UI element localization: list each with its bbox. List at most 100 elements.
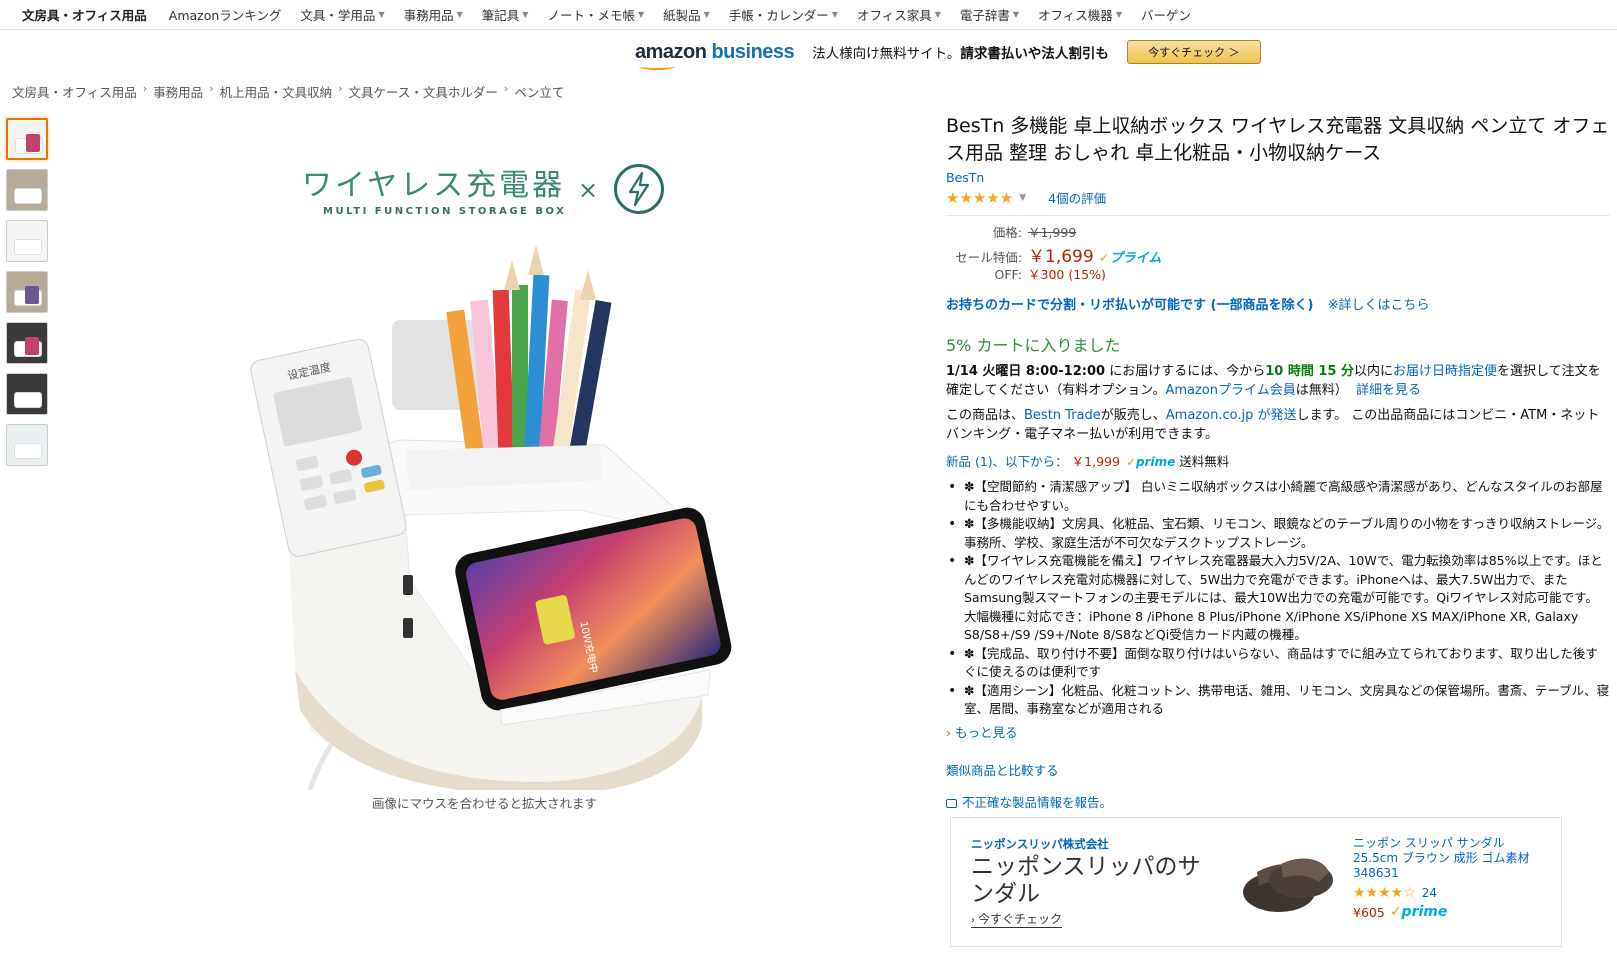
logo-business-text: business	[711, 40, 795, 63]
list-price-label: 価格:	[992, 225, 1022, 240]
caret-down-icon: ▼	[1012, 10, 1020, 19]
ad-prime-badge: ✓prime	[1389, 904, 1448, 920]
ad-headline[interactable]: ニッポンスリッパのサンダル	[971, 854, 1221, 908]
prime-label: プライム	[1109, 251, 1162, 266]
cart-message: 5% カートに入りました	[946, 336, 1121, 355]
business-banner-text: 法人様向け無料サイト。請求書払いや法人割引も	[812, 42, 1109, 62]
new-offers-link[interactable]: 新品 (1)、以下から：	[946, 454, 1068, 469]
breadcrumb-link[interactable]: ペン立て	[514, 82, 564, 101]
business-check-button[interactable]: 今すぐチェック ＞	[1126, 40, 1261, 64]
see-more-label: もっと見る	[955, 724, 1018, 740]
prime-member-link[interactable]: Amazonプライム会員	[1165, 383, 1295, 398]
installment-detail-link[interactable]: ※詳しくはこちら	[1328, 298, 1430, 313]
category-subnav: 文房具・オフィス用品 Amazonランキング 文具・学用品 ▼ 事務用品 ▼ 筆記具 ▼ ノー…	[0, 0, 1617, 30]
ad-company[interactable]: ニッポンスリッパ株式会社	[971, 836, 1109, 852]
thumbnail-7[interactable]	[6, 424, 48, 466]
sale-price-label: セール特価:	[955, 250, 1022, 265]
caret-down-icon: ▼	[378, 10, 385, 19]
subnav-item-10[interactable]: オフィス機器	[1038, 5, 1113, 24]
list-price: ￥1,999	[1028, 225, 1077, 240]
savings-row: OFF: ￥300 (15%)	[946, 264, 1610, 284]
amazon-business-logo[interactable]: amazon business	[635, 40, 795, 70]
breadcrumb-separator-icon: ›	[142, 82, 148, 95]
seller-text-2: が販売し、	[1100, 408, 1166, 423]
subnav-item-9[interactable]: 電子辞書	[960, 5, 1010, 24]
thumbnail-2[interactable]	[6, 169, 48, 211]
star-rating-icon[interactable]: ★★★★★	[946, 189, 1013, 207]
caret-down-icon: ▼	[637, 10, 645, 19]
installment-link[interactable]: お持ちのカードで分割・リボ払いが可能です (一部商品を除く)	[946, 298, 1313, 313]
delivery-date: 1/14 火曜日 8:00-12:00	[946, 364, 1106, 379]
ad-price: ¥605	[1353, 904, 1385, 920]
subnav-item-2[interactable]: 文具・学用品	[300, 5, 375, 24]
zoom-caption: 画像にマウスを合わせると拡大されます	[372, 796, 598, 811]
ad-cta-label: 今すぐチェック	[978, 912, 1063, 926]
amazon-smile-icon	[639, 63, 675, 70]
ad-review-count[interactable]: 24	[1422, 886, 1437, 900]
delivery-countdown: 10 時間 15 分	[1265, 364, 1354, 379]
product-details: BesTn 多機能 卓上収納ボックス ワイヤレス充電器 文具収納 ペン立て オフ…	[946, 113, 1610, 811]
delivery-option-link[interactable]: お届け日時指定便	[1393, 364, 1497, 379]
thumbnail-strip	[6, 118, 48, 475]
compare-link[interactable]: 類似商品と比較する	[946, 760, 1610, 779]
report-link[interactable]: 不正確な製品情報を報告。	[946, 792, 1610, 811]
caret-down-icon: ▼	[522, 10, 529, 19]
delivery-text-4: は無料）	[1295, 383, 1348, 398]
subnav-item-11[interactable]: バーゲン	[1141, 5, 1191, 24]
thumbnail-4[interactable]	[6, 271, 48, 313]
fulfillment-link[interactable]: Amazon.co.jp が発送	[1166, 408, 1297, 423]
savings-value: ￥300 (15%)	[1028, 267, 1106, 282]
new-offers-prime: ✓prime	[1125, 455, 1176, 469]
review-count-link[interactable]: 4個の評価	[1048, 188, 1106, 207]
ad-product-image[interactable]	[1239, 842, 1337, 922]
chevron-right-icon: ›	[946, 724, 951, 740]
breadcrumb-link[interactable]: 文具ケース・文具ホルダー	[349, 82, 498, 101]
breadcrumb-link[interactable]: 文房具・オフィス用品	[12, 82, 137, 101]
subnav-item-8[interactable]: オフィス家具	[857, 5, 932, 24]
ad-rating: ★★★★☆ 24	[1353, 885, 1437, 901]
subnav-item-5[interactable]: ノート・メモ帳	[547, 5, 635, 24]
feature-bullet: ✽【多機能収納】文房具、化粧品、宝石類、リモコン、眼鏡などのテーブル周りの小物を…	[946, 515, 1610, 552]
breadcrumb-link[interactable]: 事務用品	[153, 82, 203, 101]
thumbnail-6[interactable]	[6, 373, 48, 415]
list-price-row: 価格: ￥1,999	[946, 222, 1610, 242]
business-text-plain: 法人様向け無料サイト。	[812, 46, 961, 62]
sponsored-ad[interactable]: ニッポンスリッパ株式会社 ニッポンスリッパのサンダル › 今すぐチェック ニッポン…	[950, 817, 1562, 947]
ad-star-rating-icon: ★★★★☆	[1353, 885, 1416, 901]
thumbnail-3[interactable]	[6, 220, 48, 262]
main-product-image[interactable]: ワイヤレス充電器 MULTI FUNCTION STORAGE BOX × 设定…	[240, 150, 740, 790]
breadcrumb-separator-icon: ›	[503, 82, 509, 95]
brand-link[interactable]: BesTn	[946, 170, 1610, 185]
subnav-item-3[interactable]: 事務用品	[404, 5, 454, 24]
report-label: 不正確な製品情報を報告。	[962, 794, 1113, 810]
caret-down-icon: ▼	[831, 10, 838, 19]
thumbnail-1[interactable]	[6, 118, 48, 160]
subnav-item-7[interactable]: 手帳・カレンダー	[729, 5, 829, 24]
amazon-business-banner[interactable]: amazon business 法人様向け無料サイト。請求書払いや法人割引も 今す…	[635, 40, 1261, 70]
price-table: 価格: ￥1,999 セール特価: ￥1,699 ✓プライム OFF: ￥300…	[946, 222, 1610, 284]
subnav-item-stationery[interactable]: 文房具・オフィス用品	[22, 5, 147, 24]
feature-bullet: ✽【完成品、取り付け不要】面倒な取り付けはいらない、商品はすでに組み立てられてお…	[946, 645, 1610, 682]
thumbnail-5[interactable]	[6, 322, 48, 364]
delivery-text-2: 以内に	[1353, 364, 1393, 379]
delivery-details-link[interactable]: 詳細を見る	[1356, 383, 1421, 398]
caret-down-icon: ▼	[456, 10, 463, 19]
subnav-item-4[interactable]: 筆記具	[482, 5, 520, 24]
seller-link[interactable]: Bestn Trade	[1024, 408, 1101, 423]
product-title: BesTn 多機能 卓上収納ボックス ワイヤレス充電器 文具収納 ペン立て オフ…	[946, 115, 1610, 164]
feature-bullet: ✽【適用シーン】化粧品、化粧コットン、携带电话、雑用、リモコン、文房具などの保管…	[946, 682, 1610, 719]
feature-bullet: ✽【空間節約・清潔感アップ】 白いミニ収納ボックスは小綺麗で高級感や清潔感があり…	[946, 478, 1610, 515]
chevron-right-icon: ›	[971, 915, 975, 926]
ad-cta-link[interactable]: › 今すぐチェック	[971, 910, 1063, 928]
subnav-item-6[interactable]: 紙製品	[663, 5, 701, 24]
prime-badge[interactable]: ✓プライム	[1099, 247, 1162, 266]
caret-down-icon: ▼	[1115, 10, 1122, 19]
breadcrumb: 文房具・オフィス用品 › 事務用品 › 机上用品・文具収納 › 文具ケース・文具ホルダー › ペ…	[12, 82, 564, 101]
ad-product-name[interactable]: ニッポン スリッパ サンダル 25.5cm ブラウン 成形 ゴム素材 34863…	[1353, 836, 1553, 881]
chevron-down-icon[interactable]: ▼	[1019, 193, 1026, 203]
caret-down-icon: ▼	[703, 10, 710, 19]
breadcrumb-link[interactable]: 机上用品・文具収納	[220, 82, 333, 101]
ad-price-row: ¥605 ✓prime	[1353, 904, 1447, 920]
see-more-link[interactable]: › もっと見る	[946, 722, 1610, 741]
subnav-item-1[interactable]: Amazonランキング	[169, 5, 282, 24]
